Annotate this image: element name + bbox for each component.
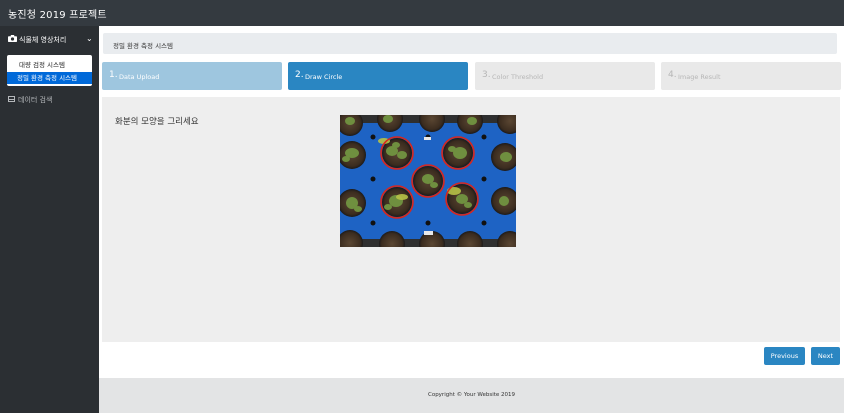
step-label: Draw Circle [305,73,343,81]
step-label: Image Result [678,73,721,81]
sidebar: 식물체 영상처리 ⌄ 대량 검정 시스템 정밀 환경 측정 시스템 데이터 검색 [0,26,99,413]
step-number: 2. [295,70,304,80]
footer-copyright: Copyright © Your Website 2019 [427,392,516,398]
step-image-result[interactable]: 4. Image Result [661,62,841,90]
step-number: 4. [668,70,677,80]
step-color-threshold[interactable]: 3. Color Threshold [475,62,655,90]
top-navbar: 농진청 2019 프로젝트 [0,0,844,26]
sidebar-section-image-processing[interactable]: 식물체 영상처리 ⌄ [0,34,99,50]
breadcrumb: 정밀 환경 측정 시스템 [103,33,837,54]
sidebar-submenu: 대량 검정 시스템 정밀 환경 측정 시스템 [7,55,92,86]
next-button[interactable]: Next [811,347,840,365]
table-icon [8,96,15,102]
sidebar-item-label: 데이터 검색 [18,96,53,104]
step-data-upload[interactable]: 1. Data Upload [102,62,282,90]
step-number: 1. [109,70,118,80]
footer: Copyright © Your Website 2019 [99,378,844,413]
main-panel: 화분의 모양을 그리세요 [102,97,840,342]
sidebar-item-mass-test[interactable]: 대량 검정 시스템 [7,59,92,71]
plant-tray-canvas[interactable] [340,115,516,247]
sidebar-item-precision-env[interactable]: 정밀 환경 측정 시스템 [7,72,92,84]
step-label: Data Upload [119,73,160,81]
camera-icon [8,35,17,42]
step-label: Color Threshold [492,73,544,81]
app-title[interactable]: 농진청 2019 프로젝트 [8,6,107,21]
instruction-text: 화분의 모양을 그리세요 [115,117,199,127]
sidebar-section-label: 식물체 영상처리 [19,36,67,44]
sidebar-item-data-search[interactable]: 데이터 검색 [8,95,52,105]
breadcrumb-text: 정밀 환경 측정 시스템 [113,42,174,50]
step-number: 3. [482,70,491,80]
previous-button[interactable]: Previous [764,347,805,365]
chevron-down-icon: ⌄ [86,34,93,43]
step-draw-circle[interactable]: 2. Draw Circle [288,62,468,90]
